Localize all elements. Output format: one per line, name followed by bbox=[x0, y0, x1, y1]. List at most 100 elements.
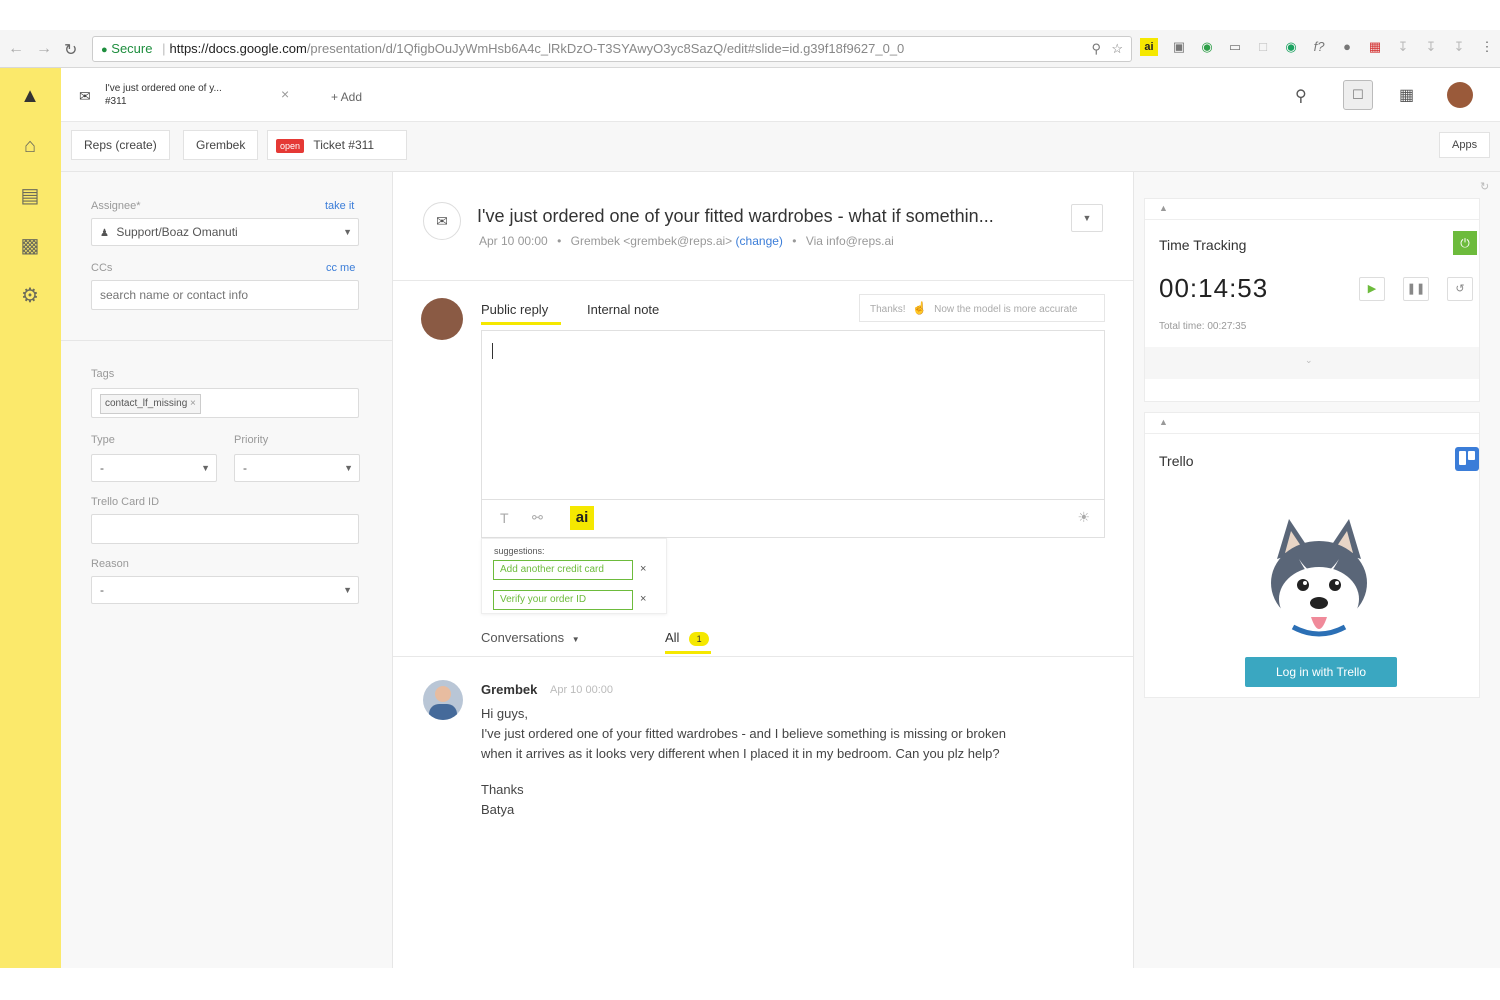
total-time: Total time: 00:27:35 bbox=[1159, 321, 1246, 332]
grammarly-extension-icon[interactable]: ◉ bbox=[1282, 38, 1300, 56]
ai-extension-icon[interactable]: ai bbox=[1140, 38, 1158, 56]
breadcrumb-reps[interactable]: Reps (create) bbox=[71, 130, 170, 160]
suggestions-popover: suggestions: Add another credit card × V… bbox=[481, 538, 667, 614]
power-icon[interactable]: ⏻ bbox=[1453, 231, 1477, 255]
reports-icon[interactable]: ▩ bbox=[18, 234, 42, 258]
settings-gear-icon[interactable]: ⚙ bbox=[18, 284, 42, 308]
assignee-select[interactable]: ♟ Support/Boaz Omanuti ▼ bbox=[91, 218, 359, 246]
change-requester-link[interactable]: (change) bbox=[736, 234, 783, 248]
refresh-apps-icon[interactable]: ↻ bbox=[1480, 180, 1489, 193]
ticket-from: Grembek <grembek@reps.ai> bbox=[570, 234, 733, 248]
calendar-extension-icon[interactable]: ▦ bbox=[1366, 38, 1384, 56]
tag-chip-label: contact_lf_missing bbox=[105, 398, 188, 409]
extension-icon[interactable]: ● bbox=[1338, 38, 1356, 56]
suggestion-chip[interactable]: Add another credit card bbox=[493, 560, 633, 580]
divider bbox=[393, 280, 1133, 281]
ccs-label: CCs bbox=[91, 262, 113, 274]
subject-menu-button[interactable]: ▼ bbox=[1071, 204, 1103, 232]
apps-grid-icon[interactable]: ▦ bbox=[1399, 85, 1414, 105]
play-icon[interactable]: ▶ bbox=[1359, 277, 1385, 301]
text-format-icon[interactable]: T bbox=[500, 510, 509, 526]
formula-extension-icon[interactable]: f? bbox=[1310, 38, 1328, 56]
pause-icon[interactable]: ❚❚ bbox=[1403, 277, 1429, 301]
widget-toggle-icon[interactable]: ☐ bbox=[1343, 80, 1373, 110]
tag-chip[interactable]: contact_lf_missing × bbox=[100, 394, 201, 414]
ticket-tab[interactable]: I've just ordered one of y... #311 bbox=[105, 78, 335, 112]
close-tab-icon[interactable]: × bbox=[281, 86, 289, 102]
suggestions-label: suggestions: bbox=[494, 546, 545, 556]
trello-card: ▲ Trello Log in with Trello bbox=[1144, 412, 1480, 698]
ccs-search-input[interactable] bbox=[91, 280, 359, 310]
evernote-extension-icon[interactable]: ◉ bbox=[1198, 38, 1216, 56]
customer-avatar bbox=[423, 680, 463, 720]
dismiss-suggestion-icon[interactable]: × bbox=[640, 563, 646, 575]
assignee-label: Assignee* bbox=[91, 200, 141, 212]
reset-icon[interactable]: ↺ bbox=[1447, 277, 1473, 301]
reply-editor[interactable] bbox=[481, 330, 1105, 500]
breadcrumb: Reps (create) Grembek open Ticket #311 A… bbox=[61, 122, 1500, 172]
filter-all-tab[interactable]: All 1 bbox=[665, 630, 710, 646]
tags-label: Tags bbox=[91, 368, 115, 380]
chevron-down-icon: ▼ bbox=[201, 463, 210, 473]
reason-value: - bbox=[100, 583, 104, 597]
expand-row[interactable]: ⌄ bbox=[1145, 347, 1479, 379]
reason-select[interactable]: - ▼ bbox=[91, 576, 359, 604]
reload-icon[interactable]: ↻ bbox=[64, 40, 77, 60]
ticket-number: Ticket #311 bbox=[313, 138, 375, 152]
forward-icon[interactable]: → bbox=[36, 40, 52, 58]
tab-title: I've just ordered one of y... bbox=[105, 83, 222, 94]
conversations-filter[interactable]: Conversations ▼ bbox=[481, 630, 580, 645]
person-icon: ♟ bbox=[100, 228, 109, 239]
reps-logo-icon[interactable]: ▲ bbox=[18, 84, 42, 108]
total-time-label: Total time: bbox=[1159, 321, 1205, 332]
add-tab-button[interactable]: + Add bbox=[331, 90, 362, 104]
tags-input[interactable]: contact_lf_missing × bbox=[91, 388, 359, 418]
status-badge: open bbox=[276, 139, 305, 153]
message-line: Thanks bbox=[481, 782, 524, 797]
priority-select[interactable]: - ▼ bbox=[234, 454, 360, 482]
divider bbox=[1145, 219, 1479, 220]
zoom-icon[interactable]: ⚲ bbox=[1091, 37, 1101, 61]
divider bbox=[393, 656, 1133, 657]
take-it-link[interactable]: take it bbox=[325, 200, 354, 212]
cast-extension-icon[interactable]: ▭ bbox=[1226, 38, 1244, 56]
remove-tag-icon[interactable]: × bbox=[190, 398, 196, 409]
inbox-icon[interactable]: ▤ bbox=[18, 184, 42, 208]
download-extension-icon[interactable]: ↧ bbox=[1394, 38, 1412, 56]
menu-kebab-icon[interactable]: ⋮ bbox=[1478, 38, 1496, 56]
back-icon[interactable]: ← bbox=[8, 40, 24, 58]
search-icon[interactable]: ⚲ bbox=[1295, 86, 1307, 106]
text-cursor bbox=[492, 343, 493, 359]
chevron-down-icon: ▼ bbox=[343, 585, 352, 595]
trello-login-button[interactable]: Log in with Trello bbox=[1245, 657, 1397, 687]
address-bar[interactable]: ● Secure | https://docs.google.com/presen… bbox=[92, 36, 1132, 62]
user-avatar[interactable] bbox=[1447, 82, 1473, 108]
star-icon[interactable]: ☆ bbox=[1111, 37, 1123, 61]
attachment-icon[interactable]: ⚯ bbox=[532, 510, 543, 526]
ai-assist-button[interactable]: ai bbox=[570, 506, 594, 530]
tab-public-reply[interactable]: Public reply bbox=[481, 302, 548, 317]
thumbs-up-icon[interactable]: ☝ bbox=[912, 301, 927, 315]
trello-title: Trello bbox=[1159, 453, 1194, 469]
collapse-icon[interactable]: ▲ bbox=[1159, 417, 1168, 427]
cc-me-link[interactable]: cc me bbox=[326, 262, 355, 274]
dismiss-suggestion-icon[interactable]: × bbox=[640, 593, 646, 605]
screenshot-extension-icon[interactable]: ▣ bbox=[1170, 38, 1188, 56]
chevron-down-icon: ▼ bbox=[571, 635, 580, 644]
home-icon[interactable]: ⌂ bbox=[18, 134, 42, 158]
tab-internal-note[interactable]: Internal note bbox=[587, 302, 659, 317]
total-time-value: 00:27:35 bbox=[1207, 321, 1247, 332]
download-extension-icon[interactable]: ↧ bbox=[1422, 38, 1440, 56]
message-line: when it arrives as it looks very differe… bbox=[481, 746, 1000, 761]
breadcrumb-ticket[interactable]: open Ticket #311 bbox=[267, 130, 407, 160]
ticket-subject: I've just ordered one of your fitted war… bbox=[477, 206, 994, 226]
trello-card-id-input[interactable] bbox=[91, 514, 359, 544]
type-select[interactable]: - ▼ bbox=[91, 454, 217, 482]
download-extension-icon[interactable]: ↧ bbox=[1450, 38, 1468, 56]
extension-icon[interactable]: □ bbox=[1254, 38, 1272, 56]
apps-button[interactable]: Apps bbox=[1439, 132, 1491, 158]
suggestion-chip[interactable]: Verify your order ID bbox=[493, 590, 633, 610]
breadcrumb-grembek[interactable]: Grembek bbox=[183, 130, 259, 160]
macro-icon[interactable]: ☀ bbox=[1077, 509, 1090, 526]
collapse-icon[interactable]: ▲ bbox=[1159, 203, 1168, 213]
